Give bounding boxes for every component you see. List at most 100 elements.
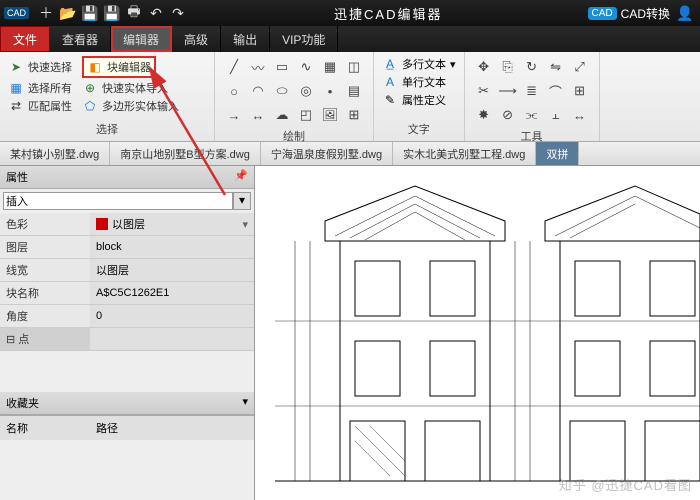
chevron-down-icon[interactable]: ▾ (242, 218, 248, 231)
prop-key: 角度 (0, 305, 90, 327)
rotate-tool[interactable]: ↻ (521, 56, 543, 78)
polyline-tool[interactable]: 〰 (247, 56, 269, 78)
ellipse-tool[interactable]: ⬭ (271, 80, 293, 102)
fillet-tool[interactable]: ⌒ (545, 80, 567, 102)
offset-tool[interactable]: ≣ (521, 80, 543, 102)
tab-vip[interactable]: VIP功能 (270, 26, 338, 52)
chevron-down-icon[interactable]: ▾ (242, 395, 248, 411)
menu-bar: 文件 查看器 编辑器 高级 输出 VIP功能 (0, 26, 700, 52)
align-tool[interactable]: ⫠ (545, 104, 567, 126)
prop-key: 图层 (0, 236, 90, 258)
select-all-button[interactable]: ▦选择所有 (8, 80, 72, 96)
file-tab-active[interactable]: 双拼 (536, 142, 579, 165)
xline-tool[interactable]: ↔ (247, 104, 269, 126)
mirror-tool[interactable]: ⇋ (545, 56, 567, 78)
block-icon: ◧ (87, 59, 103, 75)
user-icon[interactable]: 👤 (676, 4, 694, 22)
attr-icon: ✎ (382, 92, 398, 108)
extend-tool[interactable]: ⟶ (497, 80, 519, 102)
arc-tool[interactable]: ◠ (247, 80, 269, 102)
attrdef-button[interactable]: ✎属性定义 (382, 92, 456, 108)
circle-tool[interactable]: ○ (223, 80, 245, 102)
save-icon[interactable]: 💾 (81, 4, 99, 22)
pin-icon[interactable]: 📌 (234, 169, 248, 185)
text-button[interactable]: A单行文本 (382, 74, 456, 90)
tab-output[interactable]: 输出 (221, 26, 270, 52)
ribbon: ➤快速选择 ◧块编辑器 ▦选择所有 ⊕快速实体导入 ⇄匹配属性 ⬠多边形实体输入… (0, 52, 700, 142)
array-tool[interactable]: ⊞ (569, 80, 591, 102)
redo-icon[interactable]: ↷ (169, 4, 187, 22)
panel-tools: ✥⎘↻⇋⤢ ✂⟶≣⌒⊞ ✸⊘⫘⫠↔ 工具 (465, 52, 600, 141)
mtext-button[interactable]: A̲多行文本▾ (382, 56, 456, 72)
convert-button[interactable]: CAD转换 (621, 5, 670, 22)
rect-tool[interactable]: ▭ (271, 56, 293, 78)
file-tab[interactable]: 宁海温泉度假别墅.dwg (261, 142, 393, 165)
select-all-icon: ▦ (8, 80, 24, 96)
block-tool[interactable]: ⊞ (343, 104, 365, 126)
panel-select: ➤快速选择 ◧块编辑器 ▦选择所有 ⊕快速实体导入 ⇄匹配属性 ⬠多边形实体输入… (0, 52, 215, 141)
prop-group[interactable]: ⊟ 点 (0, 328, 90, 350)
print-icon[interactable]: 🖶 (125, 4, 143, 22)
prop-blockname: A$C5C1262E1 (90, 282, 254, 304)
prop-layer[interactable]: block (90, 236, 254, 258)
import-icon: ⊕ (82, 80, 98, 96)
cloud-tool[interactable]: ☁ (271, 104, 293, 126)
tab-editor[interactable]: 编辑器 (111, 26, 172, 52)
image-tool[interactable]: 🖼 (319, 104, 341, 126)
prop-color[interactable]: 以图层▾ (90, 213, 254, 235)
explode-tool[interactable]: ✸ (473, 104, 495, 126)
mtext-icon: A̲ (382, 56, 398, 72)
title-bar: CAD ＋ 📂 💾 💾 🖶 ↶ ↷ 迅捷CAD编辑器 CAD CAD转换 👤 (0, 0, 700, 26)
join-tool[interactable]: ⫘ (521, 104, 543, 126)
app-logo: CAD (4, 7, 29, 19)
match-props-button[interactable]: ⇄匹配属性 (8, 98, 72, 114)
line-tool[interactable]: ╱ (223, 56, 245, 78)
wipeout-tool[interactable]: ◰ (295, 104, 317, 126)
break-tool[interactable]: ⊘ (497, 104, 519, 126)
prop-angle[interactable]: 0 (90, 305, 254, 327)
tab-file[interactable]: 文件 (0, 26, 50, 52)
props-header: 属性📌 (0, 166, 254, 189)
cad-drawing (255, 166, 700, 500)
tab-advanced[interactable]: 高级 (172, 26, 221, 52)
scale-tool[interactable]: ⤢ (569, 56, 591, 78)
prop-key: 线宽 (0, 259, 90, 281)
file-tab[interactable]: 实木北美式别墅工程.dwg (393, 142, 536, 165)
trim-tool[interactable]: ✂ (473, 80, 495, 102)
spline-tool[interactable]: ∿ (295, 56, 317, 78)
file-tabs: 某村镇小别墅.dwg 南京山地别墅B型方案.dwg 宁海温泉度假别墅.dwg 实… (0, 142, 700, 166)
combo-dropdown-icon[interactable]: ▾ (233, 192, 251, 210)
donut-tool[interactable]: ◎ (295, 80, 317, 102)
table-tool[interactable]: ▤ (343, 80, 365, 102)
drawing-canvas[interactable]: 知乎 @迅捷CAD看图 (255, 166, 700, 500)
saveas-icon[interactable]: 💾 (103, 4, 121, 22)
insert-combo[interactable] (3, 192, 233, 210)
match-icon: ⇄ (8, 98, 24, 114)
new-icon[interactable]: ＋ (37, 4, 55, 22)
panel-draw: ╱〰▭∿▦◫ ○◠⬭◎•▤ →↔☁◰🖼⊞ 绘制 (215, 52, 374, 141)
favorites-columns: 名称路径 (0, 415, 254, 440)
tab-viewer[interactable]: 查看器 (50, 26, 111, 52)
move-tool[interactable]: ✥ (473, 56, 495, 78)
undo-icon[interactable]: ↶ (147, 4, 165, 22)
entity-import-button[interactable]: ⊕快速实体导入 (82, 80, 168, 96)
file-tab[interactable]: 某村镇小别墅.dwg (0, 142, 110, 165)
polygon-input-button[interactable]: ⬠多边形实体输入 (82, 98, 179, 114)
prop-key: 块名称 (0, 282, 90, 304)
watermark: 知乎 @迅捷CAD看图 (559, 475, 692, 494)
point-tool[interactable]: • (319, 80, 341, 102)
stretch-tool[interactable]: ↔ (569, 104, 591, 126)
favorites-header[interactable]: 收藏夹▾ (0, 392, 254, 415)
hatch-tool[interactable]: ▦ (319, 56, 341, 78)
copy-tool[interactable]: ⎘ (497, 56, 519, 78)
open-icon[interactable]: 📂 (59, 4, 77, 22)
prop-lineweight[interactable]: 以图层 (90, 259, 254, 281)
properties-panel: 属性📌 ▾ 色彩以图层▾ 图层block 线宽以图层 块名称A$C5C1262E… (0, 166, 255, 500)
cad-badge: CAD (588, 7, 617, 20)
ray-tool[interactable]: → (223, 104, 245, 126)
app-title: 迅捷CAD编辑器 (189, 4, 588, 23)
region-tool[interactable]: ◫ (343, 56, 365, 78)
block-editor-button[interactable]: ◧块编辑器 (82, 56, 156, 78)
quick-select-button[interactable]: ➤快速选择 (8, 59, 72, 75)
file-tab[interactable]: 南京山地别墅B型方案.dwg (110, 142, 261, 165)
